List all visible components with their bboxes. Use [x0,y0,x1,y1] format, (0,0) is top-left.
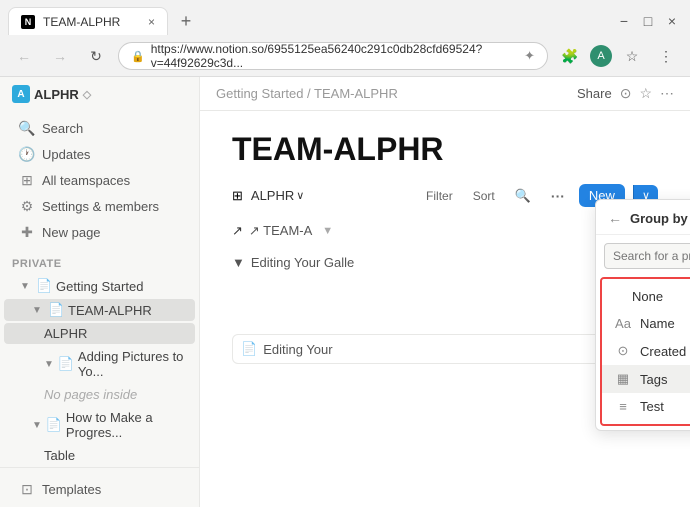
sidebar-item-updates[interactable]: 🕐 Updates [6,142,193,167]
breadcrumb: Getting Started / TEAM-ALPHR [216,86,398,101]
text-icon: Aa [614,316,632,331]
nav-forward-button[interactable]: → [46,42,74,70]
bookmark-button[interactable]: ☆ [618,42,646,70]
window-controls: − □ × [614,13,682,29]
private-section-label: Private [0,250,199,274]
sidebar-item-progress[interactable]: ▼ 📄 How to Make a Progres... [4,407,195,443]
sidebar-item-settings[interactable]: ⚙ Settings & members [6,194,193,219]
groupby-option-none[interactable]: None [602,283,690,310]
app-layout: A ALPHR ◇ 🔍 Search 🕐 Updates ⊞ All teams… [0,77,690,507]
tab-title: TEAM-ALPHR [43,15,140,29]
lock-icon: 🔒 [131,50,145,63]
address-star-icon: ✦ [524,48,535,64]
page-item-icon: 📄 [241,341,257,357]
more-options-button[interactable]: ··· [545,186,571,206]
active-tab[interactable]: N TEAM-ALPHR × [8,7,168,35]
groupby-header: ← Group by × [596,200,690,235]
extensions-button[interactable]: 🧩 [556,42,584,70]
tree-toggle-icon: ▼ [32,305,44,316]
database-name[interactable]: ALPHR ∨ [251,188,304,203]
tree-toggle-icon: ▼ [44,359,54,370]
header-actions: Share ⊙ ☆ ⋯ [577,85,674,102]
tab-bar: N TEAM-ALPHR × + − □ × [0,0,690,36]
window-maximize-button[interactable]: □ [638,13,658,29]
workspace-name[interactable]: A ALPHR ◇ [12,85,91,103]
groupby-popup: ← Group by × None Aa Name ✓ [595,199,690,431]
sidebar-item-no-pages: No pages inside [4,384,195,405]
nav-refresh-button[interactable]: ↻ [82,42,110,70]
groupby-option-test[interactable]: ≡ Test [602,393,690,420]
filter-button[interactable]: Filter [420,187,459,205]
db-dropdown-icon: ∨ [296,189,304,202]
main-content: Getting Started / TEAM-ALPHR Share ⊙ ☆ ⋯… [200,77,690,507]
nav-back-button[interactable]: ← [10,42,38,70]
sidebar-item-templates[interactable]: ⊡ Templates [6,477,193,502]
groupby-option-created[interactable]: ⊙ Created [602,337,690,365]
section-toggle-icon: ▼ [322,225,333,237]
help-icon[interactable]: ⊙ [620,85,632,102]
search-icon: 🔍 [18,120,36,137]
page-icon: 📄 [48,302,64,318]
groupby-option-name[interactable]: Aa Name ✓ [602,310,690,337]
sidebar-item-new-page[interactable]: ✚ New page [6,220,193,245]
sidebar-item-search[interactable]: 🔍 Search [6,116,193,141]
new-tab-button[interactable]: + [172,7,200,35]
clock-icon: ⊙ [614,343,632,359]
more-options-icon[interactable]: ⋯ [660,85,674,102]
plus-icon: ✚ [18,224,36,241]
groupby-options-list: None Aa Name ✓ ⊙ Created ▦ Tags [600,277,690,426]
sidebar-item-getting-started[interactable]: ▼ 📄 Getting Started [4,275,195,297]
groupby-option-tags[interactable]: ▦ Tags [602,365,690,393]
tab-favicon: N [21,15,35,29]
sidebar-header: A ALPHR ◇ [0,77,199,111]
workspace-chevron-icon: ◇ [83,88,91,101]
sidebar-item-teamspaces[interactable]: ⊞ All teamspaces [6,168,193,193]
page-header: Getting Started / TEAM-ALPHR Share ⊙ ☆ ⋯ [200,77,690,111]
window-close-button[interactable]: × [662,13,682,29]
section-triangle-icon: ▼ [232,255,245,270]
groupby-search [596,235,690,277]
browser-chrome: N TEAM-ALPHR × + − □ × ← → ↻ 🔒 https://w… [0,0,690,77]
tree-toggle-icon: ▼ [20,281,32,292]
groupby-search-input[interactable] [604,243,690,269]
workspace-avatar: A [12,85,30,103]
tree-toggle-icon: ▼ [32,420,42,431]
url-text: https://www.notion.so/6955125ea56240c291… [151,42,518,70]
page-icon: 📄 [36,278,52,294]
browser-actions: 🧩 A ☆ ⋮ [556,42,680,70]
list-icon: ≡ [614,399,632,414]
share-button[interactable]: Share [577,86,612,101]
clock-icon: 🕐 [18,146,36,163]
database-icon: ⊞ [232,188,243,204]
sidebar-item-team-alphr[interactable]: ▼ 📄 TEAM-ALPHR [4,299,195,321]
sidebar-item-alphr[interactable]: ALPHR [4,323,195,344]
browser-controls: ← → ↻ 🔒 https://www.notion.so/6955125ea5… [0,36,690,76]
sidebar-item-adding-pictures[interactable]: ▼ 📄 Adding Pictures to Yo... [4,346,195,382]
groupby-back-button[interactable]: ← [608,210,622,226]
sidebar-bottom: ⊡ Templates ⬆ Import 🗑 Trash [0,467,199,507]
page-title: TEAM-ALPHR [232,131,658,168]
page-icon: 📄 [46,417,62,433]
search-button[interactable]: 🔍 [509,186,537,206]
section-arrow-icon: ↗ [232,223,243,239]
sidebar-item-import[interactable]: ⬆ Import [6,503,193,507]
groupby-title: Group by [630,211,690,226]
window-minimize-button[interactable]: − [614,13,634,29]
sidebar: A ALPHR ◇ 🔍 Search 🕐 Updates ⊞ All teams… [0,77,200,507]
gear-icon: ⚙ [18,198,36,215]
tags-icon: ▦ [614,371,632,387]
sidebar-nav: 🔍 Search 🕐 Updates ⊞ All teamspaces ⚙ Se… [0,111,199,250]
page-body: TEAM-ALPHR ⊞ ALPHR ∨ Filter Sort 🔍 ··· N… [200,111,690,507]
address-bar[interactable]: 🔒 https://www.notion.so/6955125ea56240c2… [118,42,548,70]
star-icon[interactable]: ☆ [639,85,652,102]
grid-icon: ⊞ [18,172,36,189]
sort-button[interactable]: Sort [467,187,501,205]
page-icon: 📄 [58,356,74,372]
browser-menu-button[interactable]: ⋮ [652,42,680,70]
profile-button[interactable]: A [590,45,612,67]
templates-icon: ⊡ [18,481,36,498]
tab-close-button[interactable]: × [148,15,155,29]
sidebar-item-table[interactable]: Table [4,445,195,466]
